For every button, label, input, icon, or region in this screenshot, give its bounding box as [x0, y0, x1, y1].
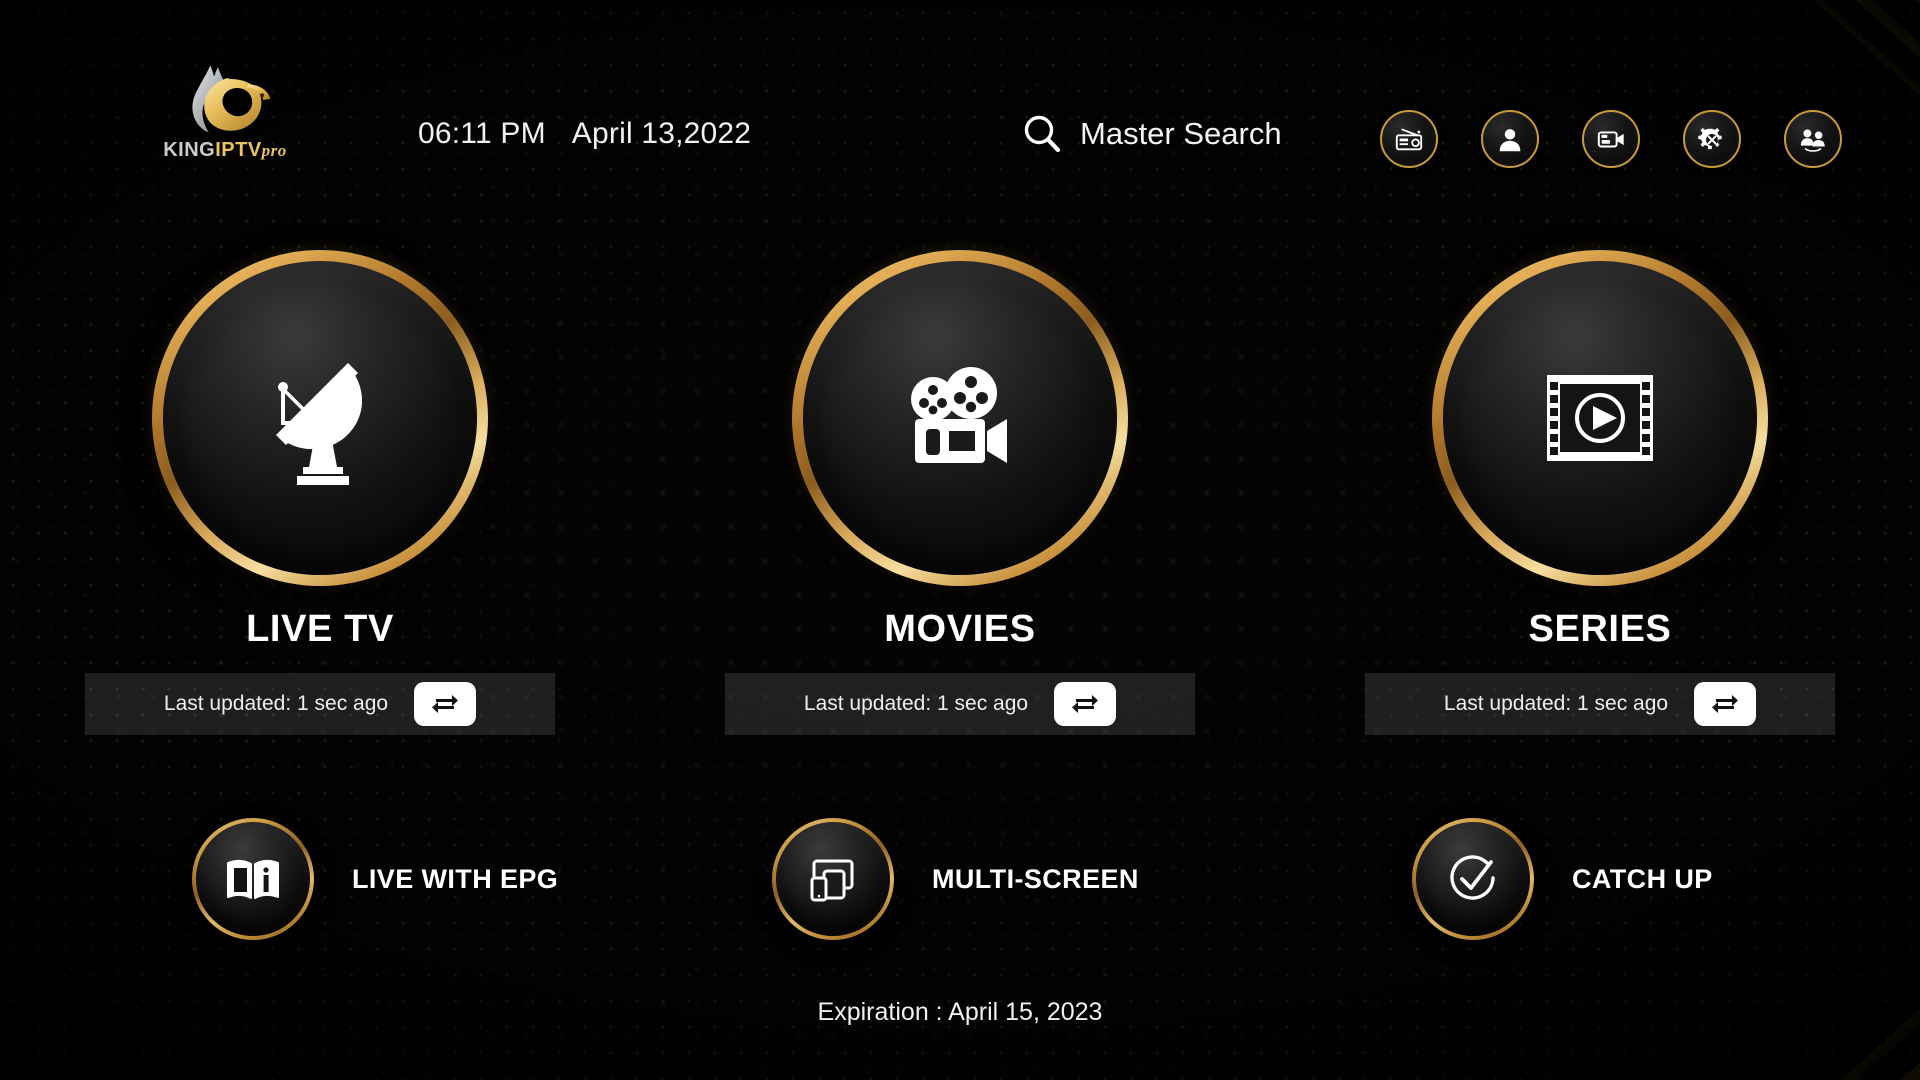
radio-icon — [1395, 128, 1423, 151]
tile-movies[interactable]: MOVIES Last updated: 1 sec ago — [640, 250, 1280, 735]
refresh-loop-icon — [432, 695, 459, 713]
live-with-epg-orb-inner — [196, 822, 310, 936]
series-orb-button[interactable] — [1432, 250, 1768, 586]
shortcut-multi-screen[interactable]: MULTI-SCREEN — [640, 818, 1280, 940]
support-users-icon — [1800, 129, 1825, 152]
movies-last-updated: Last updated: 1 sec ago — [803, 692, 1029, 715]
series-orb-inner — [1443, 261, 1757, 575]
tile-series[interactable]: SERIES Last updated: 1 sec ago — [1280, 250, 1920, 735]
series-update-bar: Last updated: 1 sec ago — [1365, 673, 1835, 735]
movies-update-bar: Last updated: 1 sec ago — [725, 673, 1195, 735]
tile-label-movies: MOVIES — [884, 608, 1036, 650]
tile-live-tv[interactable]: LIVE TV Last updated: 1 sec ago — [0, 250, 640, 735]
header-icon-group — [1380, 110, 1842, 168]
movies-refresh-button[interactable] — [1054, 682, 1117, 726]
movies-orb-button[interactable] — [792, 250, 1128, 586]
live-tv-orb-button[interactable] — [152, 250, 488, 586]
catch-up-orb[interactable] — [1412, 818, 1534, 940]
current-date: April 13,2022 — [571, 117, 752, 150]
master-search[interactable]: Master Search — [1020, 112, 1282, 156]
rec-camera-icon-button[interactable] — [1582, 110, 1640, 168]
live-tv-update-bar: Last updated: 1 sec ago — [85, 673, 555, 735]
brand-word-pro: pro — [261, 141, 287, 160]
shortcut-label-live-with-epg: LIVE WITH EPG — [352, 863, 559, 894]
current-time: 06:11 PM — [418, 117, 546, 150]
series-last-updated: Last updated: 1 sec ago — [1443, 692, 1669, 715]
check-circle-icon — [1450, 855, 1495, 900]
rec-camera-icon — [1597, 131, 1624, 148]
refresh-loop-icon — [1072, 695, 1099, 713]
clock-display: 06:11 PM April 13,2022 — [418, 117, 751, 151]
live-tv-orb-inner — [163, 261, 477, 575]
live-with-epg-orb[interactable] — [192, 818, 314, 940]
brand-logo[interactable]: KINGIPTVpro — [150, 60, 300, 162]
refresh-loop-icon — [1712, 695, 1739, 713]
user-account-icon-button[interactable] — [1481, 110, 1539, 168]
tile-label-series: SERIES — [1528, 608, 1672, 650]
shortcut-catch-up[interactable]: CATCH UP — [1280, 818, 1920, 940]
wolf-head-logo-icon — [192, 65, 271, 133]
tile-label-live-tv: LIVE TV — [246, 608, 394, 650]
iptv-home-screen: KINGIPTVpro 06:11 PM April 13,2022 Master… — [0, 0, 1920, 1080]
satellite-dish-icon — [276, 363, 363, 485]
settings-gear-icon — [1698, 127, 1722, 150]
live-tv-last-updated: Last updated: 1 sec ago — [163, 692, 389, 715]
main-tile-row: LIVE TV Last updated: 1 sec ago MOVIES L… — [0, 250, 1920, 735]
live-tv-refresh-button[interactable] — [414, 682, 477, 726]
shortcut-label-multi-screen: MULTI-SCREEN — [932, 863, 1139, 894]
brand-word-king: KING — [163, 139, 216, 161]
user-account-icon — [1499, 129, 1521, 152]
multi-screen-orb-inner — [776, 822, 890, 936]
brand-wordmark: KINGIPTVpro — [150, 139, 300, 162]
shortcut-row: LIVE WITH EPG MULTI-SCREEN CATCH UP — [0, 818, 1920, 940]
catch-up-orb-inner — [1416, 822, 1530, 936]
support-users-icon-button[interactable] — [1784, 110, 1842, 168]
radio-icon-button[interactable] — [1380, 110, 1438, 168]
brand-word-iptv: IPTV — [215, 139, 262, 161]
shortcut-label-catch-up: CATCH UP — [1572, 863, 1713, 894]
settings-gear-icon-button[interactable] — [1683, 110, 1741, 168]
expiration-notice: Expiration : April 15, 2023 — [817, 998, 1103, 1026]
search-icon — [1024, 115, 1061, 153]
open-book-info-icon — [227, 859, 279, 899]
master-search-label: Master Search — [1080, 116, 1282, 151]
multi-device-screens-icon — [810, 859, 854, 902]
series-refresh-button[interactable] — [1694, 682, 1757, 726]
movie-camera-icon — [911, 367, 1007, 463]
movies-orb-inner — [803, 261, 1117, 575]
film-strip-play-icon — [1547, 375, 1653, 461]
header-bar: KINGIPTVpro 06:11 PM April 13,2022 Master… — [0, 0, 1920, 200]
shortcut-live-with-epg[interactable]: LIVE WITH EPG — [0, 818, 640, 940]
multi-screen-orb[interactable] — [772, 818, 894, 940]
